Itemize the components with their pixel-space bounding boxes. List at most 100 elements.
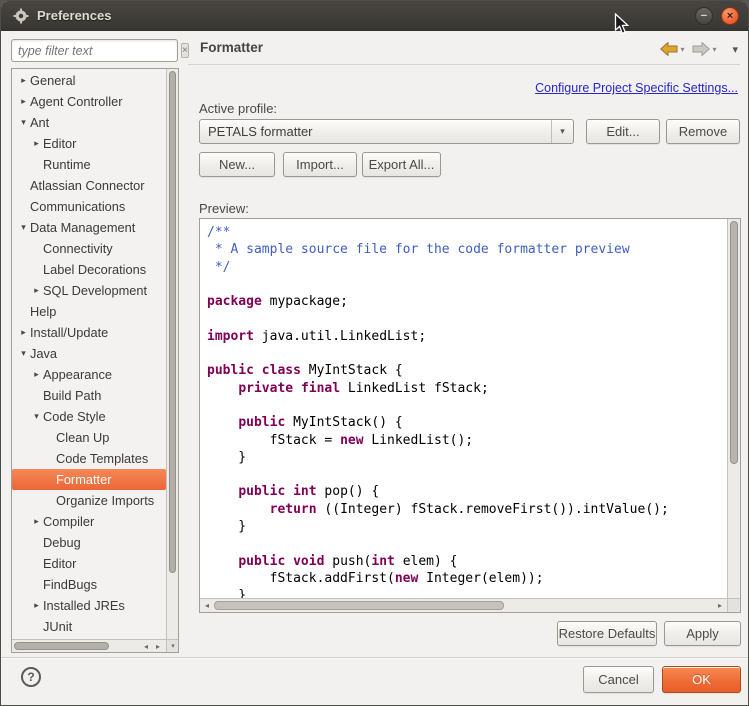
expanded-arrow-icon[interactable]: ▾ xyxy=(17,117,30,128)
sidebar-item-label-decorations[interactable]: Label Decorations xyxy=(12,259,166,280)
sidebar-item-code-templates[interactable]: Code Templates xyxy=(12,448,166,469)
sidebar-item-label: Installed JREs xyxy=(43,598,125,613)
sidebar-item-data-management[interactable]: ▾Data Management xyxy=(12,217,166,238)
sidebar-item-formatter[interactable]: Formatter xyxy=(12,469,166,490)
sidebar-item-agent-controller[interactable]: ▸Agent Controller xyxy=(12,91,166,112)
back-dropdown-icon[interactable]: ▾ xyxy=(680,45,684,54)
help-button[interactable]: ? xyxy=(21,667,41,687)
sidebar-item-label: Build Path xyxy=(43,388,101,403)
sidebar-item-label: Data Management xyxy=(30,220,135,235)
sidebar-item-findbugs[interactable]: FindBugs xyxy=(12,574,166,595)
sidebar-item-appearance[interactable]: ▸Appearance xyxy=(12,364,166,385)
sidebar-item-help[interactable]: Help xyxy=(12,301,166,322)
import-button[interactable]: Import... xyxy=(283,152,357,177)
view-menu-icon[interactable]: ▾ xyxy=(732,43,738,56)
collapsed-arrow-icon[interactable]: ▸ xyxy=(17,75,30,86)
preview-label: Preview: xyxy=(199,201,249,216)
preferences-tree: ▸General▸Agent Controller▾Ant▸EditorRunt… xyxy=(12,70,166,639)
forward-dropdown-icon[interactable]: ▾ xyxy=(712,45,716,54)
scroll-down-icon[interactable]: ▾ xyxy=(166,639,178,652)
footer-divider xyxy=(1,657,748,658)
sidebar-item-build-path[interactable]: Build Path xyxy=(12,385,166,406)
tree-vertical-scrollbar[interactable] xyxy=(166,69,178,639)
preview-hscroll-thumb[interactable] xyxy=(214,601,504,610)
collapsed-arrow-icon[interactable]: ▸ xyxy=(30,138,43,149)
sidebar-item-label: Runtime xyxy=(43,157,91,172)
scroll-left-icon[interactable]: ◂ xyxy=(140,640,152,652)
collapsed-arrow-icon[interactable]: ▸ xyxy=(17,327,30,338)
collapsed-arrow-icon[interactable]: ▸ xyxy=(30,600,43,611)
sidebar-item-communications[interactable]: Communications xyxy=(12,196,166,217)
filter-box: × xyxy=(11,39,178,62)
expanded-arrow-icon[interactable]: ▾ xyxy=(17,348,30,359)
code-line xyxy=(207,398,723,415)
close-icon: × xyxy=(727,10,733,22)
apply-button[interactable]: Apply xyxy=(664,621,741,646)
sidebar-item-label: Ant xyxy=(30,115,49,130)
tree-hscroll-thumb[interactable] xyxy=(14,642,109,650)
cancel-button[interactable]: Cancel xyxy=(583,666,654,693)
edit-button[interactable]: Edit... xyxy=(586,119,660,144)
sidebar-item-label: Compiler xyxy=(43,514,94,529)
scroll-right-icon[interactable]: ▸ xyxy=(152,640,164,652)
clear-filter-icon[interactable]: × xyxy=(181,43,189,58)
scroll-left-icon[interactable]: ◂ xyxy=(201,599,213,612)
sidebar-item-label: Connectivity xyxy=(43,241,113,256)
preview-code: /** * A sample source file for the code … xyxy=(200,219,727,598)
sidebar-item-connectivity[interactable]: Connectivity xyxy=(12,238,166,259)
sidebar-item-editor[interactable]: ▸Editor xyxy=(12,133,166,154)
sidebar-item-debug[interactable]: Debug xyxy=(12,532,166,553)
expanded-arrow-icon[interactable]: ▾ xyxy=(17,222,30,233)
back-arrow-icon[interactable] xyxy=(660,42,678,56)
collapsed-arrow-icon[interactable]: ▸ xyxy=(30,285,43,296)
help-icon: ? xyxy=(27,670,34,684)
sidebar-item-editor[interactable]: Editor xyxy=(12,553,166,574)
code-line: public void push(int elem) { xyxy=(207,554,723,571)
tree-horizontal-scrollbar[interactable]: ◂ ▸ xyxy=(12,639,166,652)
sidebar-item-label: General xyxy=(30,73,76,88)
code-line: return ((Integer) fStack.removeFirst()).… xyxy=(207,502,723,519)
sidebar-item-install-update[interactable]: ▸Install/Update xyxy=(12,322,166,343)
preview-vertical-scrollbar[interactable] xyxy=(727,219,740,598)
minimize-button[interactable]: − xyxy=(695,7,713,25)
sidebar-item-junit[interactable]: JUnit xyxy=(12,616,166,637)
sidebar-item-runtime[interactable]: Runtime xyxy=(12,154,166,175)
collapsed-arrow-icon[interactable]: ▸ xyxy=(17,96,30,107)
titlebar[interactable]: Preferences − × xyxy=(1,1,748,31)
new-button[interactable]: New... xyxy=(199,152,275,177)
code-line: } xyxy=(207,588,723,598)
sidebar-item-atlassian-connector[interactable]: Atlassian Connector xyxy=(12,175,166,196)
collapsed-arrow-icon[interactable]: ▸ xyxy=(30,516,43,527)
sidebar-item-ant[interactable]: ▾Ant xyxy=(12,112,166,133)
sidebar-item-code-style[interactable]: ▾Code Style xyxy=(12,406,166,427)
scroll-right-icon[interactable]: ▸ xyxy=(714,599,726,612)
collapsed-arrow-icon[interactable]: ▸ xyxy=(30,369,43,380)
restore-defaults-button[interactable]: Restore Defaults xyxy=(557,621,657,646)
sidebar-item-sql-development[interactable]: ▸SQL Development xyxy=(12,280,166,301)
sidebar-item-general[interactable]: ▸General xyxy=(12,70,166,91)
configure-project-settings-link[interactable]: Configure Project Specific Settings... xyxy=(535,81,738,95)
preview-horizontal-scrollbar[interactable]: ◂ ▸ xyxy=(200,598,727,612)
filter-input[interactable] xyxy=(12,44,181,58)
sidebar-item-organize-imports[interactable]: Organize Imports xyxy=(12,490,166,511)
page-title: Formatter xyxy=(200,40,263,55)
code-line xyxy=(207,277,723,294)
tree-vscroll-thumb[interactable] xyxy=(169,71,176,573)
code-line: } xyxy=(207,450,723,467)
sidebar-item-java[interactable]: ▾Java xyxy=(12,343,166,364)
profile-select[interactable]: PETALS formatter ▾ xyxy=(199,119,574,144)
sidebar-item-label: Organize Imports xyxy=(56,493,154,508)
expanded-arrow-icon[interactable]: ▾ xyxy=(30,411,43,422)
remove-button[interactable]: Remove xyxy=(666,119,740,144)
window-title: Preferences xyxy=(37,1,111,31)
export-all-button[interactable]: Export All... xyxy=(362,152,441,177)
ok-button[interactable]: OK xyxy=(662,666,741,693)
sidebar-item-installed-jres[interactable]: ▸Installed JREs xyxy=(12,595,166,616)
sidebar-item-compiler[interactable]: ▸Compiler xyxy=(12,511,166,532)
preview-vscroll-thumb[interactable] xyxy=(730,221,738,464)
sidebar-item-label: Code Style xyxy=(43,409,106,424)
sidebar-item-clean-up[interactable]: Clean Up xyxy=(12,427,166,448)
close-button[interactable]: × xyxy=(721,7,739,25)
history-nav: ▾ ▾ ▾ xyxy=(660,42,738,56)
forward-arrow-icon[interactable] xyxy=(692,42,710,56)
